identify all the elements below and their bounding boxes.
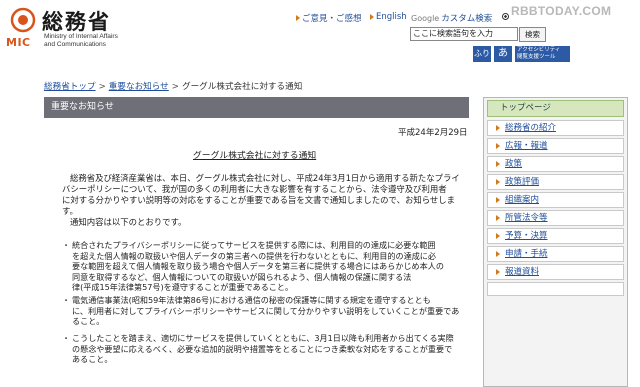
sidebar-item-organization[interactable]: 組織案内	[487, 192, 624, 208]
sidebar-item-procedures[interactable]: 申請・手続	[487, 246, 624, 262]
arrow-icon	[496, 124, 500, 131]
logo-title[interactable]: 総務省	[42, 6, 111, 36]
arrow-icon	[496, 250, 500, 257]
notice-item-3: ・こうしたことを踏まえ、適切にサービスを提供していくとともに、3月1日以降も利用…	[62, 333, 454, 365]
accessibility-tool-button[interactable]: アクセシビリティ 閲覧支援ツール	[515, 46, 570, 62]
mic-logo-icon	[10, 7, 36, 33]
sidebar-item-budget[interactable]: 予算・決算	[487, 228, 624, 244]
document-date: 平成24年2月29日	[398, 128, 468, 138]
reading-aid-icon[interactable]: あ	[494, 46, 512, 62]
sidebar-item-policy[interactable]: 政策	[487, 156, 624, 172]
arrow-icon	[496, 268, 500, 275]
arrow-icon	[496, 142, 500, 149]
arrow-icon	[296, 15, 300, 21]
notice-item-1: ・統合されたプライバシーポリシーに従ってサービスを提供する際には、利用目的の達成…	[62, 240, 444, 293]
arrow-icon	[496, 196, 500, 203]
breadcrumb: 総務省トップ > 重要なお知らせ > グーグル株式会社に対する通知	[44, 82, 303, 92]
search-button[interactable]: 検索	[519, 27, 546, 42]
sidebar-item-press[interactable]: 広報・報道	[487, 138, 624, 154]
feedback-link[interactable]: ご意見・ご感想	[296, 12, 362, 24]
arrow-icon	[496, 160, 500, 167]
sidebar-item-about[interactable]: 総務省の紹介	[487, 120, 624, 136]
sidebar-item-press-materials[interactable]: 報道資料	[487, 264, 624, 280]
arrow-icon	[496, 214, 500, 221]
arrow-icon	[496, 232, 500, 239]
section-title: 重要なお知らせ	[44, 97, 469, 118]
english-link[interactable]: English	[370, 12, 407, 22]
google-custom-search-label: Google カスタム検索	[411, 13, 493, 25]
watermark: RBBTODAY.COM	[511, 4, 612, 18]
sidebar-item-partial[interactable]	[487, 282, 624, 296]
furigana-icon[interactable]: ふり	[473, 46, 491, 62]
sidebar-home-link[interactable]: トップページ	[487, 100, 624, 117]
document-title: グーグル株式会社に対する通知	[193, 151, 317, 161]
breadcrumb-home-link[interactable]: 総務省トップ	[44, 82, 96, 92]
breadcrumb-current: グーグル株式会社に対する通知	[181, 82, 303, 92]
sidebar-item-laws[interactable]: 所管法令等	[487, 210, 624, 226]
radio-button-icon[interactable]	[502, 13, 509, 20]
arrow-icon	[370, 14, 374, 20]
breadcrumb-notices-link[interactable]: 重要なお知らせ	[109, 82, 169, 92]
intro-paragraph: 総務省及び経済産業省は、本日、グーグル株式会社に対し、平成24年3月1日から適用…	[62, 173, 460, 227]
sidebar-item-policy-evaluation[interactable]: 政策評価	[487, 174, 624, 190]
arrow-icon	[496, 178, 500, 185]
logo-mic-text: MIC	[6, 36, 31, 49]
notice-item-2: ・電気通信事業法(昭和59年法律第86号)における通信の秘密の保護等に関する規定…	[62, 295, 460, 327]
search-input[interactable]: ここに検索語句を入力	[410, 27, 518, 41]
logo-english-name: Ministry of Internal Affairs and Communi…	[44, 33, 118, 48]
